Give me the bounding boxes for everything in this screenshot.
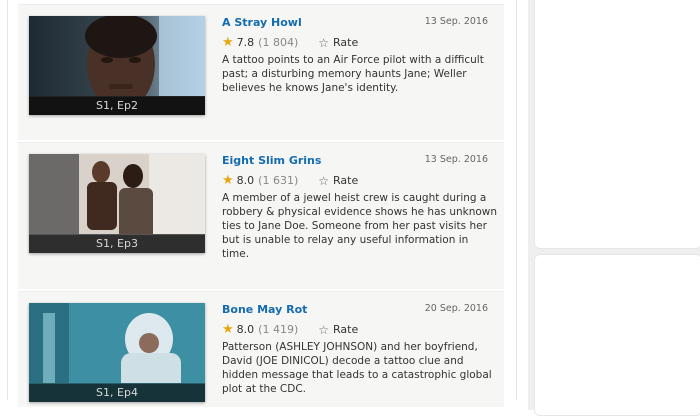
air-date: 13 Sep. 2016 — [424, 154, 488, 165]
vote-count: (1 631) — [258, 174, 299, 187]
star-filled-icon: ★ — [222, 35, 234, 50]
rate-label: Rate — [333, 174, 359, 187]
sidebar-card — [534, 0, 700, 249]
star-outline-icon: ☆ — [318, 35, 329, 50]
rating-value: 8.0 — [236, 323, 255, 336]
episode-title-link[interactable]: A Stray Howl — [222, 16, 302, 29]
episode-item: S1, Ep2 A Stray Howl 13 Sep. 2016 ★ 7.8 … — [18, 4, 504, 140]
rate-button[interactable]: ☆ Rate — [318, 36, 358, 50]
episode-description: A tattoo points to an Air Force pilot wi… — [222, 54, 484, 94]
vote-count: (1 419) — [258, 323, 299, 336]
rating-value: 7.8 — [236, 36, 255, 49]
episode-thumbnail[interactable]: S1, Ep2 — [29, 16, 205, 115]
rate-label: Rate — [333, 36, 359, 49]
episode-thumbnail[interactable]: S1, Ep4 — [29, 303, 205, 402]
star-filled-icon: ★ — [222, 173, 234, 188]
rating-row: ★ 8.0 (1 419) ☆ Rate — [222, 322, 358, 337]
episode-thumbnail[interactable]: S1, Ep3 — [29, 154, 205, 253]
air-date: 13 Sep. 2016 — [424, 16, 488, 27]
vote-count: (1 804) — [258, 36, 299, 49]
rate-label: Rate — [333, 323, 359, 336]
sidebar-card — [534, 254, 700, 416]
episode-description: A member of a jewel heist crew is caught… — [222, 192, 498, 260]
star-filled-icon: ★ — [222, 322, 234, 337]
episode-item: S1, Ep3 Eight Slim Grins 13 Sep. 2016 ★ … — [18, 142, 504, 289]
episode-description: Patterson (ASHLEY JOHNSON) and her boyfr… — [222, 341, 492, 395]
rating-row: ★ 8.0 (1 631) ☆ Rate — [222, 173, 358, 188]
rating-row: ★ 7.8 (1 804) ☆ Rate — [222, 35, 358, 50]
rating-value: 8.0 — [236, 174, 255, 187]
rate-button[interactable]: ☆ Rate — [318, 174, 358, 188]
star-outline-icon: ☆ — [318, 173, 329, 188]
rate-button[interactable]: ☆ Rate — [318, 323, 358, 337]
episode-number-caption: S1, Ep4 — [29, 384, 205, 402]
episode-number-caption: S1, Ep3 — [29, 235, 205, 253]
star-outline-icon: ☆ — [318, 322, 329, 337]
episode-title-link[interactable]: Bone May Rot — [222, 303, 307, 316]
air-date: 20 Sep. 2016 — [424, 303, 488, 314]
episode-title-link[interactable]: Eight Slim Grins — [222, 154, 321, 167]
episode-number-caption: S1, Ep2 — [29, 97, 205, 115]
episode-item: S1, Ep4 Bone May Rot 20 Sep. 2016 ★ 8.0 … — [18, 291, 504, 407]
